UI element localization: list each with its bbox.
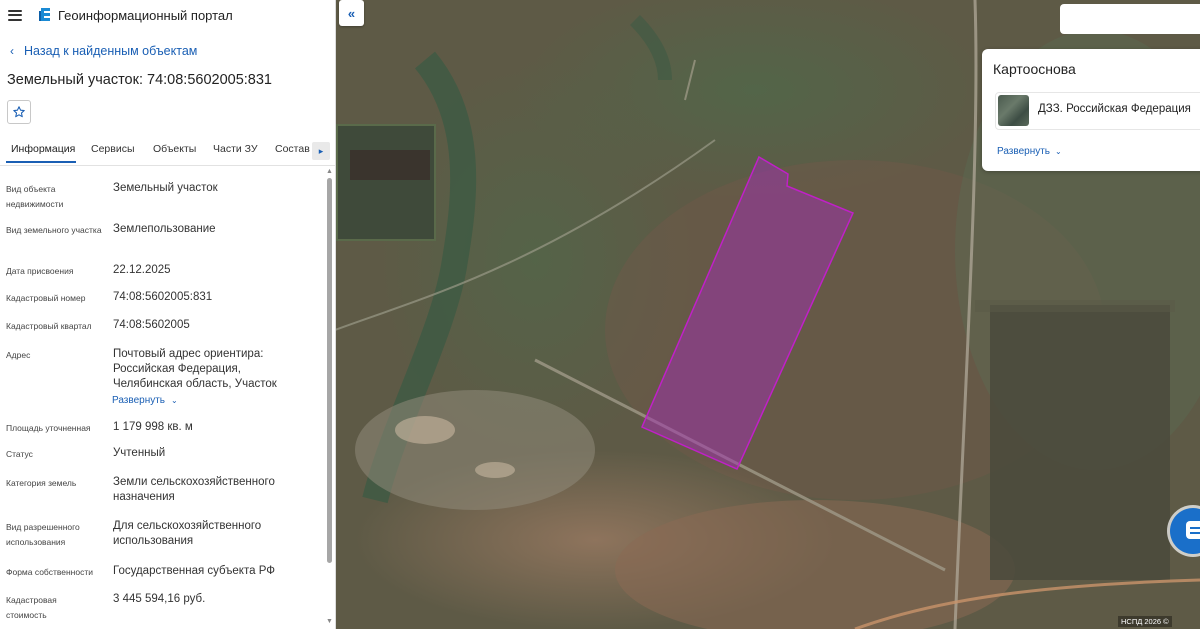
favorite-button[interactable] (7, 100, 31, 124)
tab-bar: Информация Сервисы Объекты Части ЗУ Сост… (0, 137, 335, 166)
page-title: Земельный участок: 74:08:5602005:831 (7, 72, 272, 88)
basemap-title: Картооснова (993, 61, 1076, 77)
field-value: 22.12.2025 (113, 264, 171, 276)
field-label: Адрес (6, 350, 31, 360)
tab-parts[interactable]: Части ЗУ (213, 143, 258, 155)
layer-name: ДЗЗ. Российская Федерация (1038, 103, 1191, 115)
collapse-panel-button[interactable]: « (339, 0, 364, 26)
field-label: Форма собственности (6, 567, 93, 577)
field-value: Учтенный (113, 447, 166, 459)
chevron-down-icon: ⌄ (171, 396, 178, 405)
field-label: Кадастровый квартал (6, 321, 92, 331)
tab-composition[interactable]: Состав (275, 143, 310, 155)
chevron-down-icon: ⌄ (1055, 147, 1062, 156)
active-tab-indicator (6, 161, 76, 163)
back-to-results-link[interactable]: ‹ Назад к найденным объектам (10, 44, 197, 58)
info-panel: Геоинформационный портал ‹ Назад к найде… (0, 0, 336, 629)
field-label: Кадастровый номер (6, 293, 86, 303)
scrollbar-thumb[interactable] (327, 178, 332, 563)
field-value: 74:08:5602005:831 (113, 291, 213, 303)
basemap-layer-item[interactable]: ДЗЗ. Российская Федерация (995, 92, 1200, 130)
basemap-expand-link[interactable]: Развернуть ⌄ (997, 146, 1062, 157)
field-value: Земли сельскохозяйственного назначения (113, 476, 275, 503)
layer-thumbnail (998, 95, 1029, 126)
field-label: Площадь уточненная (6, 423, 91, 433)
address-value: Почтовый адрес ориентира: Российская Фед… (113, 348, 277, 390)
basemap-card: Картооснова ДЗЗ. Российская Федерация Ра… (982, 49, 1200, 171)
portal-logo-icon (39, 8, 50, 21)
back-link-label: Назад к найденным объектам (24, 44, 198, 58)
top-bar: Геоинформационный портал (0, 0, 335, 30)
field-value: Для сельскохозяйственного использования (113, 520, 262, 547)
field-value: Земельный участок (113, 182, 218, 194)
field-label: Вид земельного участка (6, 225, 102, 235)
field-value: 1 179 998 кв. м (113, 421, 193, 433)
chat-icon (1186, 521, 1200, 539)
field-label: Дата присвоения (6, 266, 74, 276)
scroll-down-icon[interactable]: ▼ (326, 618, 333, 625)
app-title: Геоинформационный портал (58, 7, 233, 23)
address-expand-link[interactable]: Развернуть ⌄ (112, 395, 178, 406)
field-label: Кадастровая стоимость (6, 595, 57, 620)
expand-label: Развернуть (997, 146, 1051, 157)
chevron-left-icon: ‹ (10, 44, 14, 58)
tab-objects[interactable]: Объекты (153, 143, 196, 155)
tabs-scroll-right-button[interactable]: ▸ (312, 142, 330, 160)
field-label: Статус (6, 449, 33, 459)
panel-scrollbar[interactable]: ▲ ▼ (325, 168, 334, 629)
menu-icon[interactable] (8, 9, 22, 21)
star-icon (13, 106, 25, 118)
map-search-box[interactable] (1060, 4, 1200, 34)
tab-services[interactable]: Сервисы (91, 143, 135, 155)
field-value: 3 445 594,16 руб. (113, 593, 206, 605)
field-label: Категория земель (6, 478, 77, 488)
field-label: Вид объекта недвижимости (6, 184, 64, 209)
field-value: 74:08:5602005 (113, 319, 190, 331)
scroll-up-icon[interactable]: ▲ (326, 168, 333, 175)
field-label: Вид разрешенного использования (6, 522, 80, 547)
tab-information[interactable]: Информация (11, 143, 75, 155)
expand-label: Развернуть (112, 395, 166, 406)
map-copyright: НСПД 2026 © (1118, 616, 1172, 627)
field-value: Землепользование (113, 223, 216, 235)
field-value: Государственная субъекта РФ (113, 565, 275, 577)
